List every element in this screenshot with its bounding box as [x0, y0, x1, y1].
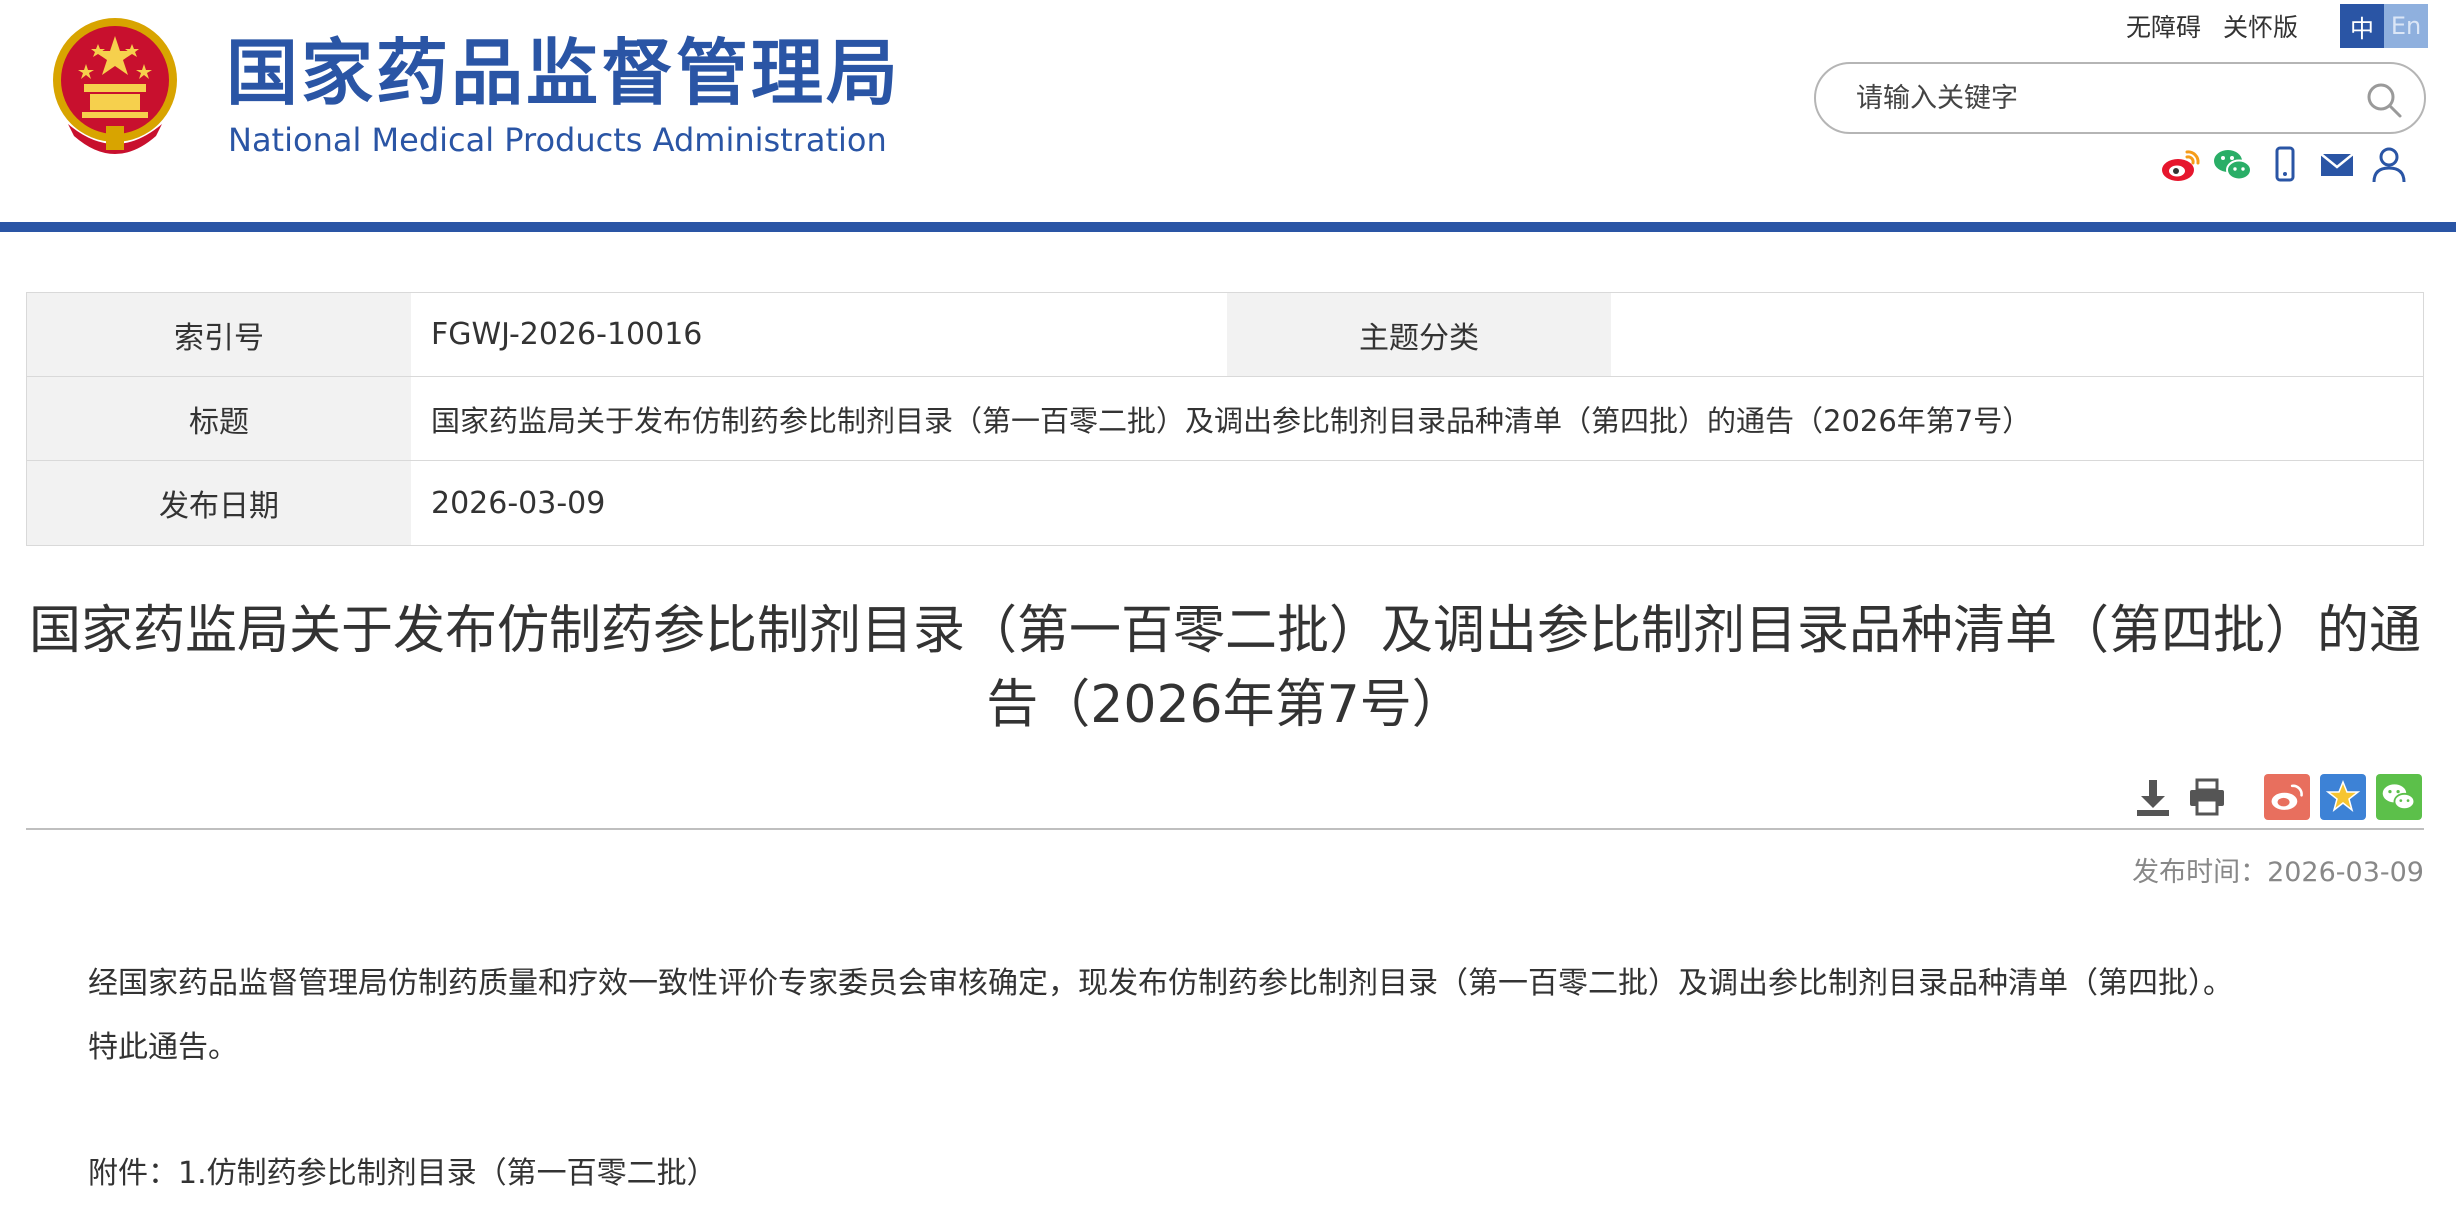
elderly-mode-link[interactable]: 关怀版 [2223, 8, 2298, 44]
wechat-icon[interactable] [2212, 144, 2254, 186]
title-label: 标题 [27, 377, 411, 460]
social-links [2160, 144, 2420, 186]
paragraph-2: 特此通告。 [88, 1030, 238, 1065]
attachment-link-1[interactable]: 附件：1.仿制药参比制剂目录（第一百零二批） [88, 1142, 717, 1206]
info-row-date: 发布日期 2026-03-09 [27, 461, 2423, 545]
favorite-star-icon[interactable] [2320, 774, 2366, 820]
title-divider [26, 828, 2424, 830]
topic-label: 主题分类 [1227, 293, 1611, 376]
site-name-en[interactable]: National Medical Products Administration [228, 120, 887, 160]
title-value: 国家药监局关于发布仿制药参比制剂目录（第一百零二批）及调出参比制剂目录品种清单（… [431, 403, 2032, 438]
date-label: 发布日期 [27, 461, 411, 545]
weibo-icon[interactable] [2160, 144, 2202, 186]
document-info-table: 索引号 FGWJ-2026-10016 主题分类 标题 国家药监局关于发布仿制药… [26, 292, 2424, 546]
weibo-share-icon[interactable] [2264, 774, 2310, 820]
lang-en-button[interactable]: En [2384, 4, 2428, 48]
index-label: 索引号 [27, 293, 411, 376]
site-header: 国家药品监督管理局 National Medical Products Admi… [0, 0, 2456, 222]
date-value: 2026-03-09 [431, 485, 606, 521]
wechat-share-icon[interactable] [2376, 774, 2422, 820]
language-switch: 中 En [2340, 4, 2428, 48]
article-title: 国家药监局关于发布仿制药参比制剂目录（第一百零二批）及调出参比制剂目录品种清单（… [28, 601, 2421, 735]
article-toolbar [0, 770, 2456, 830]
header-divider-bar [0, 222, 2456, 232]
info-row-index: 索引号 FGWJ-2026-10016 主题分类 [27, 293, 2423, 377]
accessibility-link[interactable]: 无障碍 [2126, 8, 2201, 44]
lang-cn-button[interactable]: 中 [2340, 4, 2384, 48]
national-emblem-icon[interactable] [48, 14, 182, 162]
info-row-title: 标题 国家药监局关于发布仿制药参比制剂目录（第一百零二批）及调出参比制剂目录品种… [27, 377, 2423, 461]
search-input[interactable] [1856, 68, 2336, 128]
search-icon[interactable] [2364, 80, 2404, 120]
site-name-cn[interactable]: 国家药品监督管理局 [226, 28, 901, 118]
topic-value [1611, 293, 1631, 376]
index-value: FGWJ-2026-10016 [431, 317, 703, 352]
publish-time: 发布时间：2026-03-09 [2132, 857, 2424, 888]
search-box [1814, 62, 2426, 134]
top-links: 无障碍 关怀版 中 En [2126, 4, 2456, 48]
mail-icon[interactable] [2316, 144, 2358, 186]
print-icon[interactable] [2184, 774, 2230, 820]
user-icon[interactable] [2368, 144, 2410, 186]
mobile-icon[interactable] [2264, 144, 2306, 186]
article-body: 经国家药品监督管理局仿制药质量和疗效一致性评价专家委员会审核确定，现发布仿制药参… [88, 952, 2388, 1080]
paragraph-1: 经国家药品监督管理局仿制药质量和疗效一致性评价专家委员会审核确定，现发布仿制药参… [88, 966, 2233, 1001]
download-icon[interactable] [2130, 774, 2176, 820]
